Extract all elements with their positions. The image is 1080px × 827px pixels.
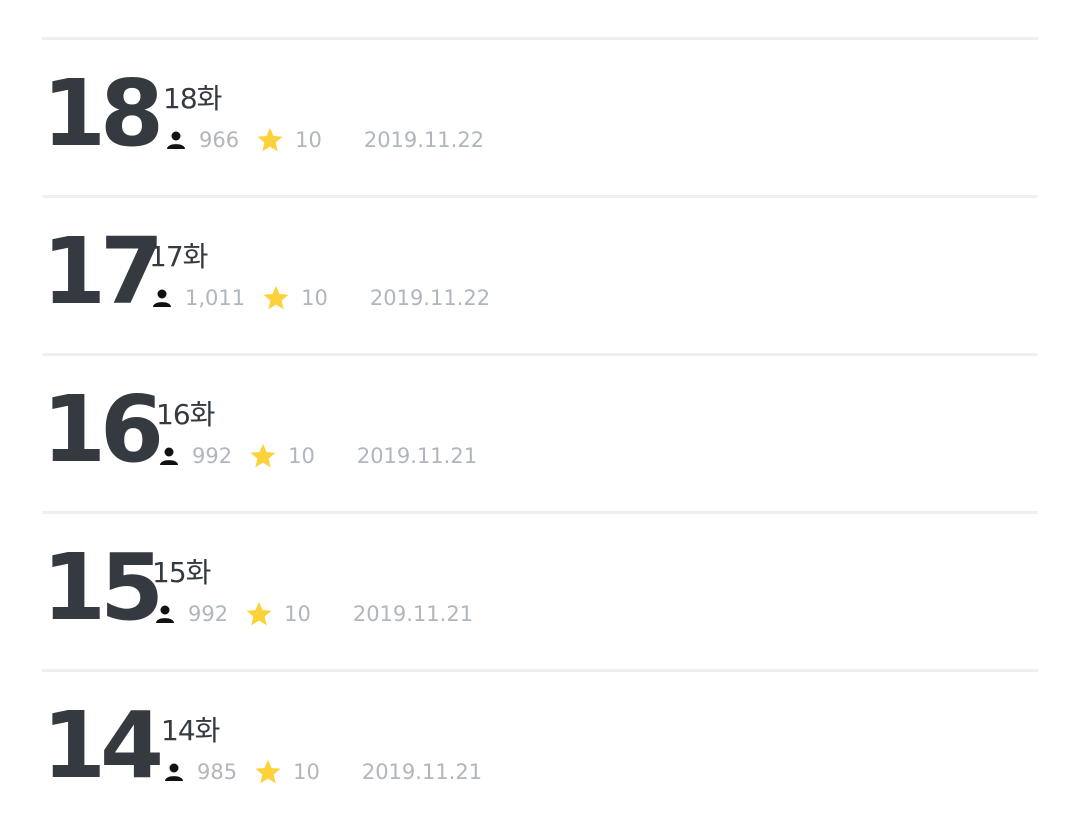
- star-icon: [248, 441, 278, 471]
- star-icon: [253, 757, 283, 787]
- user-icon: [154, 603, 176, 625]
- user-icon: [151, 287, 173, 309]
- episode-meta: 1,011 10 2019.11.22: [149, 284, 490, 312]
- episode-title: 18화: [163, 82, 222, 115]
- episode-row-14[interactable]: 14 14화 985 10 2019.11.21: [42, 672, 1038, 827]
- episode-meta: 966 10 2019.11.22: [163, 126, 484, 154]
- episode-info: 17화 1,011 10 2019.11.22: [149, 240, 490, 312]
- episode-date: 2019.11.22: [369, 286, 491, 310]
- view-count: 992: [188, 602, 229, 626]
- episode-info: 14화 985 10 2019.11.21: [161, 714, 482, 786]
- episode-title: 15화: [152, 556, 211, 589]
- episode-title: 14화: [161, 714, 220, 747]
- rating-score: 10: [284, 602, 311, 626]
- rating-score: 10: [295, 128, 322, 152]
- episode-info: 16화 992 10 2019.11.21: [156, 398, 477, 470]
- episode-date: 2019.11.21: [356, 444, 478, 468]
- episode-number: 17: [42, 218, 164, 325]
- episode-row-17[interactable]: 17 17화 1,011 10 2019.11.22: [42, 198, 1038, 353]
- star-icon: [255, 125, 285, 155]
- episode-date: 2019.11.21: [361, 760, 483, 784]
- episode-info: 15화 992 10 2019.11.21: [152, 556, 473, 628]
- episode-date: 2019.11.21: [352, 602, 474, 626]
- episode-number: 16: [42, 376, 164, 483]
- view-count: 992: [192, 444, 233, 468]
- episode-meta: 992 10 2019.11.21: [152, 600, 473, 628]
- rating-score: 10: [293, 760, 320, 784]
- episode-row-18[interactable]: 18 18화 966 10 2019.11.22: [42, 40, 1038, 195]
- episode-title: 17화: [149, 240, 208, 273]
- view-count: 966: [199, 128, 240, 152]
- episode-number: 18: [42, 60, 164, 167]
- episode-number: 15: [42, 534, 164, 641]
- episode-date: 2019.11.22: [363, 128, 485, 152]
- view-count: 1,011: [185, 286, 246, 310]
- episode-row-15[interactable]: 15 15화 992 10 2019.11.21: [42, 514, 1038, 669]
- episode-list: 18 18화 966 10 2019.11.22 17 17화 1,011 10…: [42, 0, 1038, 827]
- user-icon: [163, 761, 185, 783]
- view-count: 985: [197, 760, 238, 784]
- user-icon: [158, 445, 180, 467]
- star-icon: [261, 283, 291, 313]
- episode-meta: 985 10 2019.11.21: [161, 758, 482, 786]
- episode-title: 16화: [156, 398, 215, 431]
- episode-number: 14: [42, 692, 164, 799]
- episode-meta: 992 10 2019.11.21: [156, 442, 477, 470]
- episode-info: 18화 966 10 2019.11.22: [163, 82, 484, 154]
- rating-score: 10: [301, 286, 328, 310]
- user-icon: [165, 129, 187, 151]
- star-icon: [244, 599, 274, 629]
- episode-row-16[interactable]: 16 16화 992 10 2019.11.21: [42, 356, 1038, 511]
- rating-score: 10: [288, 444, 315, 468]
